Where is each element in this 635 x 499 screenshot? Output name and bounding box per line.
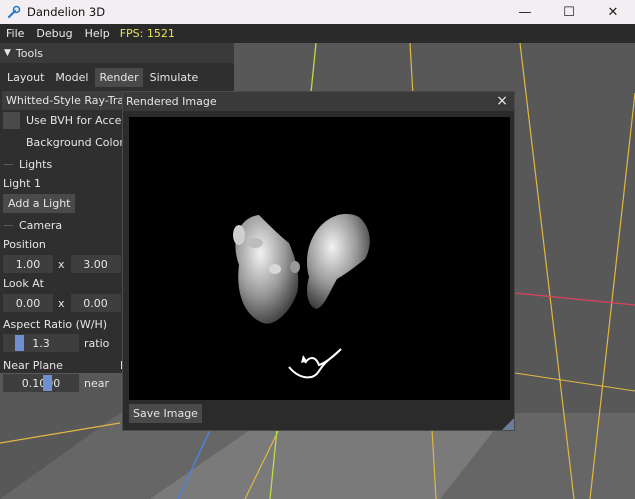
use-bvh-checkbox[interactable] bbox=[3, 112, 20, 129]
near-plane-value: 0.1000 bbox=[21, 376, 61, 390]
rendered-model-image bbox=[233, 213, 370, 379]
close-icon: ✕ bbox=[607, 4, 619, 20]
close-button[interactable]: ✕ bbox=[591, 0, 635, 24]
tools-title: Tools bbox=[15, 46, 44, 60]
aspect-ratio-slider[interactable]: 1.3 bbox=[3, 334, 79, 352]
collapse-triangle-icon: ▼ bbox=[4, 48, 11, 58]
background-color-swatch[interactable] bbox=[3, 134, 20, 151]
aspect-ratio-label: Aspect Ratio (W/H) bbox=[3, 318, 108, 331]
look-at-y-field[interactable]: 0.00 bbox=[70, 294, 121, 312]
tab-simulate[interactable]: Simulate bbox=[146, 68, 203, 87]
camera-separator bbox=[4, 225, 13, 226]
near-plane-grab[interactable] bbox=[43, 375, 52, 391]
lights-header: Lights bbox=[19, 158, 53, 171]
look-at-label: Look At bbox=[3, 277, 44, 290]
save-image-button[interactable]: Save Image bbox=[129, 404, 202, 423]
maximize-button[interactable]: ☐ bbox=[547, 0, 591, 24]
menu-debug[interactable]: Debug bbox=[30, 27, 78, 40]
look-at-x-field[interactable]: 0.00 bbox=[3, 294, 53, 312]
near-plane-slider[interactable]: 0.1000 bbox=[3, 374, 79, 392]
tools-header[interactable]: ▼ Tools bbox=[0, 43, 234, 63]
tab-model[interactable]: Model bbox=[51, 68, 92, 87]
aspect-ratio-value: 1.3 bbox=[32, 336, 50, 350]
position-sep: x bbox=[58, 257, 65, 271]
rendered-image-header[interactable]: Rendered Image bbox=[123, 92, 514, 111]
light-item[interactable]: Light 1 bbox=[3, 177, 41, 190]
rendered-image-title: Rendered Image bbox=[126, 95, 217, 108]
minimize-icon: — bbox=[518, 4, 532, 20]
close-icon[interactable]: × bbox=[496, 93, 508, 109]
look-at-sep: x bbox=[58, 296, 65, 310]
menu-help[interactable]: Help bbox=[79, 27, 116, 40]
camera-header: Camera bbox=[19, 219, 63, 232]
tools-tabs: Layout Model Render Simulate bbox=[0, 63, 234, 87]
tab-layout[interactable]: Layout bbox=[3, 68, 48, 87]
maximize-icon: ☐ bbox=[563, 4, 575, 20]
aspect-ratio-unit: ratio bbox=[84, 336, 110, 350]
rendered-image-canvas bbox=[129, 117, 510, 400]
near-plane-label: Near Plane bbox=[3, 359, 63, 372]
minimize-button[interactable]: — bbox=[503, 0, 547, 24]
lights-separator bbox=[4, 164, 13, 165]
position-y-field[interactable]: 3.00 bbox=[70, 255, 121, 273]
menubar: File Debug Help FPS: 1521 bbox=[0, 24, 635, 43]
wrench-icon bbox=[7, 5, 21, 19]
position-label: Position bbox=[3, 238, 46, 251]
near-plane-unit: near bbox=[84, 376, 110, 390]
window-title: Dandelion 3D bbox=[27, 5, 106, 19]
resize-grip-icon[interactable] bbox=[502, 418, 514, 430]
tab-render[interactable]: Render bbox=[95, 68, 143, 87]
position-x-field[interactable]: 1.00 bbox=[3, 255, 53, 273]
aspect-ratio-grab[interactable] bbox=[15, 335, 24, 351]
window-titlebar: Dandelion 3D — ☐ ✕ bbox=[0, 0, 635, 24]
rendered-image-window: Rendered Image × Save Image bbox=[122, 91, 515, 431]
fps-counter: FPS: 1521 bbox=[119, 27, 175, 40]
add-light-button[interactable]: Add a Light bbox=[3, 194, 76, 213]
background-color-label: Background Color bbox=[26, 136, 124, 149]
menu-file[interactable]: File bbox=[0, 27, 30, 40]
